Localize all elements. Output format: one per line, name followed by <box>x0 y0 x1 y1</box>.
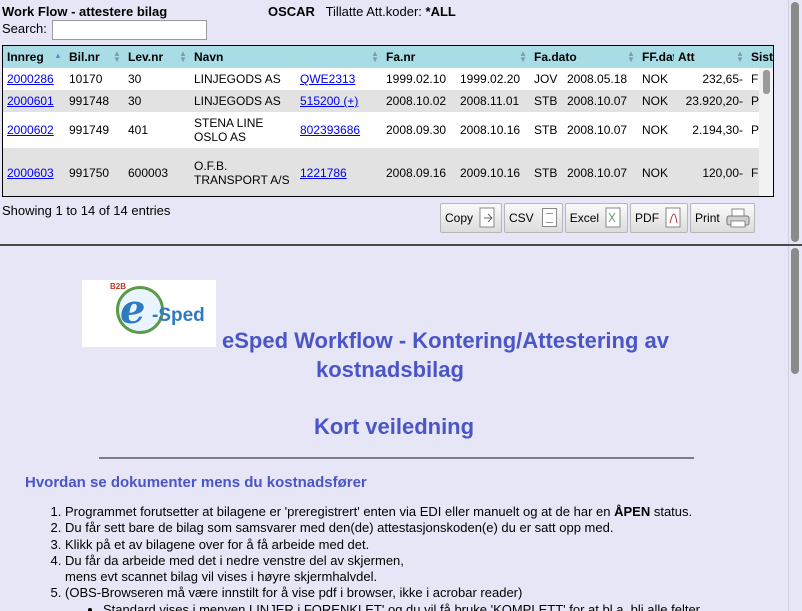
copy-button[interactable]: Copy <box>440 203 503 233</box>
column-header-levnr[interactable]: Lev.nr ▲ ▼ <box>124 46 190 68</box>
csv-icon <box>540 207 558 229</box>
table-info: Showing 1 to 14 of 14 entries <box>2 203 171 218</box>
pdf-button[interactable]: PDF <box>630 203 689 233</box>
table-scroll-thumb[interactable] <box>763 70 770 94</box>
table-header-row: Innreg ▲ Bil.nr ▲ ▼ Lev.nr ▲ ▼ Navn ▲ ▼ Fa.nr … <box>3 46 773 68</box>
user-name: OSCAR <box>268 4 315 19</box>
logo-e-letter: e <box>120 286 146 333</box>
excel-button[interactable]: Excel <box>564 203 629 233</box>
search-label: Search: <box>2 21 47 36</box>
guide-frame-scroll-thumb[interactable] <box>791 248 799 374</box>
codes-label: Tillatte Att.koder: <box>325 4 422 19</box>
list-sub-item: Standard vises i menyen LINJER i FORENKL… <box>103 602 785 611</box>
guide-frame: e B2B -Sped eSped Workflow - Kontering/A… <box>0 246 802 611</box>
sort-icon: ▲ ▼ <box>371 49 379 64</box>
section-heading: Hvordan se dokumenter mens du kostnadsfø… <box>25 474 367 491</box>
bilag-table: Innreg ▲ Bil.nr ▲ ▼ Lev.nr ▲ ▼ Navn ▲ ▼ Fa.nr … <box>2 45 774 197</box>
list-item: (OBS-Browseren må være innstilt for å vi… <box>65 585 785 611</box>
pdf-icon <box>665 207 683 229</box>
column-header-sist[interactable]: Sist e <box>747 46 773 68</box>
column-header-ref[interactable]: ▲ ▼ <box>296 46 382 68</box>
innreg-link[interactable]: 2000601 <box>7 94 54 108</box>
print-button[interactable]: Print <box>690 203 755 233</box>
guide-frame-scrollbar[interactable] <box>788 246 802 611</box>
top-frame-scrollbar[interactable] <box>788 0 802 244</box>
excel-icon <box>605 207 623 229</box>
table-scrollbar[interactable] <box>759 68 773 196</box>
sort-icon: ▲ ▼ <box>179 49 187 64</box>
sort-ascending-icon: ▲ <box>54 51 62 60</box>
printer-icon <box>726 207 750 229</box>
codes-value: *ALL <box>425 4 456 19</box>
logo-text: -Sped <box>152 305 205 326</box>
sort-icon: ▲ ▼ <box>519 49 527 64</box>
instruction-list: Programmet forutsetter at bilagene er 'p… <box>25 504 785 611</box>
page-title: Work Flow - attestere bilag <box>2 4 168 19</box>
column-header-navn[interactable]: Navn <box>190 46 296 68</box>
list-item: Du får da arbeide med det i nedre venstr… <box>65 553 785 586</box>
sort-icon: ▲ ▼ <box>627 49 635 64</box>
column-header-col7[interactable]: ▲ ▼ <box>456 46 530 68</box>
table-row[interactable]: 2000286 10170 30 LINJEGODS AS QWE2313 19… <box>3 68 773 90</box>
sort-icon: ▲ ▼ <box>736 49 744 64</box>
list-item: Du får sett bare de bilag som samsvarer … <box>65 520 785 536</box>
column-header-fanr[interactable]: Fa.nr <box>382 46 456 68</box>
copy-icon <box>479 207 497 229</box>
invoice-ref-link[interactable]: QWE2313 <box>300 72 355 86</box>
top-frame-scroll-thumb[interactable] <box>791 2 799 242</box>
innreg-link[interactable]: 2000603 <box>7 166 54 180</box>
table-row[interactable]: 2000601 991748 30 LINJEGODS AS 515200 (+… <box>3 90 773 112</box>
innreg-link[interactable]: 2000602 <box>7 123 54 137</box>
csv-button[interactable]: CSV <box>504 203 563 233</box>
column-header-ffdato[interactable]: FF.dato <box>638 46 675 68</box>
table-row[interactable]: 2000602 991749 401 STENA LINE OSLO AS 80… <box>3 112 773 148</box>
column-header-fadato[interactable]: Fa.dato ▲ ▼ <box>530 46 639 68</box>
list-item: Klikk på et av bilagene over for å få ar… <box>65 537 785 553</box>
innreg-link[interactable]: 2000286 <box>7 72 54 86</box>
invoice-ref-link[interactable]: 515200 (+) <box>300 94 358 108</box>
column-header-innreg[interactable]: Innreg ▲ <box>3 46 65 68</box>
guide-title: eSped Workflow - Kontering/Attestering a… <box>222 328 669 382</box>
export-toolbar: Copy CSV Excel PDF Print <box>440 203 755 233</box>
esped-logo: e B2B -Sped <box>82 280 216 347</box>
invoice-ref-link[interactable]: 802393686 <box>300 123 360 137</box>
list-item: Programmet forutsetter at bilagene er 'p… <box>65 504 785 520</box>
table-row[interactable]: 2000603 991750 600003 O.F.B. TRANSPORT A… <box>3 148 773 196</box>
column-header-bilnr[interactable]: Bil.nr ▲ ▼ <box>65 46 124 68</box>
workflow-list-frame: Work Flow - attestere bilag OSCAR Tillat… <box>0 0 802 244</box>
column-header-att[interactable]: Att ▲ ▼ <box>674 46 748 68</box>
invoice-ref-link[interactable]: 1221786 <box>300 166 347 180</box>
search-input[interactable] <box>52 20 207 40</box>
sort-icon: ▲ ▼ <box>113 49 121 64</box>
divider-line <box>99 457 694 459</box>
guide-subtitle: Kort veiledning <box>313 414 475 439</box>
logo-badge: B2B <box>110 282 127 291</box>
